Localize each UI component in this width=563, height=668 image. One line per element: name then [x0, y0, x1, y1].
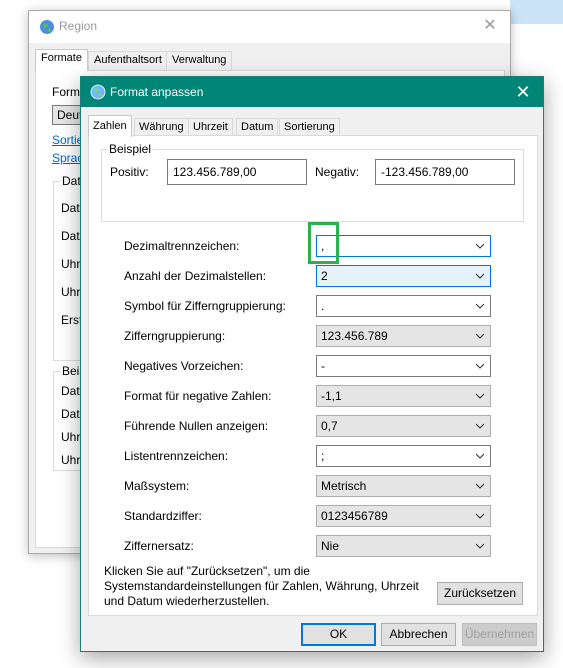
- grouping-symbol-value: .: [321, 299, 325, 313]
- apply-button[interactable]: Übernehmen: [462, 623, 537, 646]
- tab-zahlen[interactable]: Zahlen: [88, 115, 132, 137]
- chevron-down-icon[interactable]: [476, 482, 484, 490]
- positive-sample: 123.456.789,00: [167, 159, 307, 185]
- decimal-places-label: Anzahl der Dezimalstellen:: [124, 269, 267, 283]
- leading-zeros-value: 0,7: [321, 419, 338, 433]
- chevron-down-icon[interactable]: [476, 272, 484, 280]
- example-group-title: Beispiel: [107, 142, 154, 156]
- list-separator-combo[interactable]: ;: [316, 445, 491, 467]
- positive-label: Positiv:: [110, 165, 149, 179]
- negative-label: Negativ:: [315, 165, 360, 179]
- format-label: Form: [52, 85, 80, 99]
- region-titlebar: Region ✕: [29, 11, 510, 43]
- digit-substitution-value: Nie: [321, 539, 340, 553]
- standard-digits-label: Standardziffer:: [124, 509, 202, 523]
- chevron-down-icon[interactable]: [476, 302, 484, 310]
- example-item: Uhr: [61, 453, 81, 467]
- tab-verwaltung[interactable]: Verwaltung: [166, 51, 233, 70]
- tab-formate[interactable]: Formate: [35, 49, 88, 71]
- example-group: Beispiel Positiv: 123.456.789,00 Negativ…: [101, 142, 524, 222]
- chevron-down-icon[interactable]: [476, 242, 484, 250]
- region-title: Region: [59, 19, 98, 33]
- chevron-down-icon[interactable]: [476, 392, 484, 400]
- tab-uhrzeit[interactable]: Uhrzeit: [188, 118, 233, 136]
- tab-waehrung[interactable]: Währung: [134, 118, 189, 136]
- list-separator-label: Listentrennzeichen:: [124, 449, 229, 463]
- example-item: Uhr: [61, 430, 81, 444]
- close-icon[interactable]: ✕: [511, 80, 535, 104]
- digit-grouping-value: 123.456.789: [321, 329, 388, 343]
- negative-sign-value: -: [321, 359, 325, 373]
- globe-icon: [39, 19, 55, 35]
- decimal-separator-combo[interactable]: ,: [316, 235, 491, 257]
- negative-sign-combo[interactable]: -: [316, 355, 491, 377]
- measurement-system-combo[interactable]: Metrisch: [316, 475, 491, 497]
- decimal-places-combo[interactable]: 2: [316, 265, 491, 287]
- chevron-down-icon[interactable]: [476, 452, 484, 460]
- grouping-symbol-label: Symbol für Zifferngruppierung:: [124, 299, 286, 313]
- reset-description-line: Klicken Sie auf "Zurücksetzen", um die: [104, 564, 310, 578]
- leading-zeros-combo[interactable]: 0,7: [316, 415, 491, 437]
- decimal-places-value: 2: [321, 269, 328, 283]
- dialog-titlebar: Format anpassen ✕: [81, 77, 543, 107]
- chevron-down-icon[interactable]: [476, 542, 484, 550]
- reset-description-line: und Datum wiederherzustellen.: [104, 594, 270, 608]
- language-link[interactable]: Sprac: [52, 151, 83, 165]
- measurement-system-value: Metrisch: [321, 479, 367, 493]
- reset-description-line: Systemstandardeinstellungen für Zahlen, …: [104, 579, 419, 593]
- ok-button[interactable]: OK: [301, 623, 376, 646]
- list-separator-value: ;: [321, 449, 325, 463]
- negative-format-combo[interactable]: -1,1: [316, 385, 491, 407]
- cancel-button[interactable]: Abbrechen: [381, 623, 456, 646]
- close-icon[interactable]: ✕: [478, 15, 502, 37]
- format-dialog: Format anpassen ✕ Zahlen Währung Uhrzeit…: [80, 76, 544, 652]
- chevron-down-icon[interactable]: [476, 512, 484, 520]
- measurement-system-label: Maßsystem:: [124, 479, 190, 493]
- annotation-highlight-box: [308, 222, 339, 264]
- tab-datum[interactable]: Datum: [236, 118, 279, 136]
- chevron-down-icon[interactable]: [476, 362, 484, 370]
- grouping-symbol-combo[interactable]: .: [316, 295, 491, 317]
- decimal-separator-label: Dezimaltrennzeichen:: [124, 239, 240, 253]
- tab-aufenthaltsort[interactable]: Aufenthaltsort: [88, 51, 168, 70]
- time-item: Uhr: [61, 257, 81, 271]
- zahlen-panel: Beispiel Positiv: 123.456.789,00 Negativ…: [88, 135, 538, 616]
- negative-sample: -123.456.789,00: [375, 159, 515, 185]
- dialog-title: Format anpassen: [110, 85, 204, 99]
- negative-sign-label: Negatives Vorzeichen:: [124, 359, 244, 373]
- sort-link[interactable]: Sortie: [52, 133, 83, 147]
- negative-format-value: -1,1: [321, 389, 342, 403]
- chevron-down-icon[interactable]: [476, 332, 484, 340]
- time-item: Uhr: [61, 285, 81, 299]
- standard-digits-combo[interactable]: 0123456789: [316, 505, 491, 527]
- standard-digits-value: 0123456789: [321, 509, 388, 523]
- globe-icon: [90, 84, 106, 100]
- leading-zeros-label: Führende Nullen anzeigen:: [124, 419, 269, 433]
- digit-substitution-label: Ziffernersatz:: [124, 539, 194, 553]
- reset-button[interactable]: Zurücksetzen: [437, 582, 523, 605]
- tab-sortierung[interactable]: Sortierung: [279, 118, 340, 136]
- background-strip: [510, 0, 563, 24]
- chevron-down-icon[interactable]: [476, 422, 484, 430]
- digit-grouping-label: Zifferngruppierung:: [124, 329, 226, 343]
- reset-description: Klicken Sie auf "Zurücksetzen", um die S…: [104, 564, 424, 609]
- digit-substitution-combo[interactable]: Nie: [316, 535, 491, 557]
- digit-grouping-combo[interactable]: 123.456.789: [316, 325, 491, 347]
- negative-format-label: Format für negative Zahlen:: [124, 389, 272, 403]
